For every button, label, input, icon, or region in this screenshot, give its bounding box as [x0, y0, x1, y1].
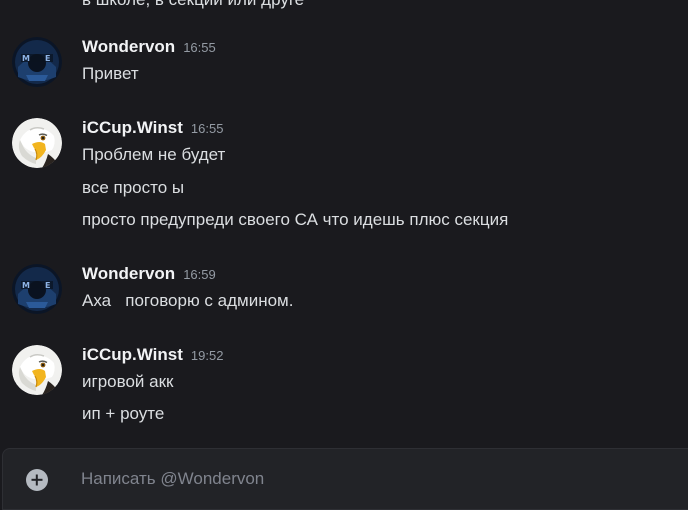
message-input[interactable]: [81, 465, 671, 493]
message-composer: [2, 448, 688, 510]
timestamp: 16:55: [183, 40, 216, 55]
message-header: Wondervon 16:55: [82, 36, 216, 58]
wondervon-avatar-icon[interactable]: [12, 264, 62, 314]
wondervon-avatar-icon[interactable]: [12, 37, 62, 87]
timestamp: 19:52: [190, 348, 224, 363]
message-text: в школе, в секции или друге: [82, 0, 304, 11]
message-text: Проблем не будет: [82, 145, 226, 164]
timestamp: 16:55: [190, 121, 224, 136]
username[interactable]: iCCup.Winst: [82, 345, 183, 364]
message-text: все просто ы: [82, 178, 185, 197]
message-header: Wondervon 16:59: [82, 263, 216, 285]
username[interactable]: iCCup.Winst: [82, 118, 183, 137]
eagle-avatar-icon[interactable]: [12, 345, 62, 395]
eagle-avatar-icon[interactable]: [12, 118, 62, 168]
message-text: игровой акк: [82, 372, 174, 391]
timestamp: 16:59: [183, 267, 216, 282]
message-text: ип + роуте: [82, 404, 165, 423]
username[interactable]: Wondervon: [82, 264, 175, 283]
message-text: просто предупреди своего СА что идешь пл…: [82, 210, 509, 229]
plus-circle-icon[interactable]: [26, 469, 48, 491]
message-header: iCCup.Winst 16:55: [82, 117, 223, 139]
message-text: Привет: [82, 64, 139, 83]
message-header: iCCup.Winst 19:52: [82, 344, 223, 366]
message-text: Аха поговорю с админом.: [82, 291, 294, 310]
username[interactable]: Wondervon: [82, 37, 175, 56]
message-list: в школе, в секции или друге Wondervon 16:…: [0, 0, 688, 448]
